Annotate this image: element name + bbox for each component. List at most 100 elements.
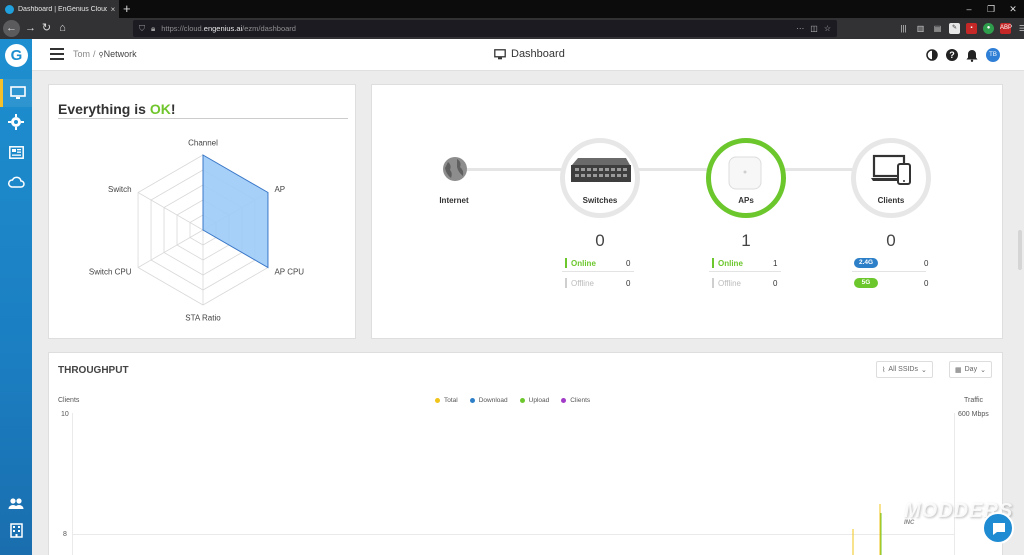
window-controls: – ❐ ✕	[958, 0, 1024, 18]
close-window-button[interactable]: ✕	[1002, 0, 1024, 18]
url-bar[interactable]: ⛉ 🔒︎ https://cloud.engenius.ai/ezm/dashb…	[133, 20, 837, 37]
radar-axis-label: AP CPU	[274, 267, 304, 276]
online-value: 0	[626, 258, 631, 268]
browser-tab-strip: Dashboard | EnGenius Cloud × + – ❐ ✕	[0, 0, 1024, 18]
browser-tab-dashboard[interactable]: Dashboard | EnGenius Cloud ×	[0, 0, 119, 18]
reload-icon[interactable]: ↻	[38, 20, 55, 37]
radar-axis-line	[137, 192, 204, 231]
left-axis-label: Clients	[58, 397, 80, 404]
menu-icon[interactable]: ☰	[1017, 23, 1024, 34]
bell-icon[interactable]	[966, 49, 978, 62]
tab-close-icon[interactable]: ×	[107, 5, 119, 14]
legend-item-total[interactable]: Total	[435, 397, 458, 404]
monitor-icon	[9, 86, 26, 99]
calendar-icon: ▦	[955, 366, 962, 374]
contrast-icon[interactable]	[926, 49, 938, 61]
avatar[interactable]: TB	[986, 48, 1000, 62]
page-scrollbar[interactable]	[1018, 230, 1022, 270]
page-title: Dashboard	[494, 48, 565, 60]
url-actions: ··· ◫ ☆	[796, 20, 831, 37]
chat-button[interactable]	[982, 512, 1014, 544]
sidebar-item-settings[interactable]	[0, 108, 32, 136]
new-tab-button[interactable]: +	[123, 1, 131, 17]
globe-icon	[443, 157, 467, 181]
health-radar-chart: Channel AP AP CPU STA Ratio Switch CPU Switch	[89, 139, 304, 323]
offline-value: 0	[773, 278, 778, 288]
radar-value-area	[202, 154, 269, 269]
legend-item-upload[interactable]: Upload	[519, 397, 549, 404]
reader-icon[interactable]: ▤	[932, 23, 943, 34]
maximize-button[interactable]: ❐	[980, 0, 1002, 18]
lock-icon[interactable]: 🔒︎	[151, 24, 155, 34]
right-tick-600: 600 Mbps	[958, 411, 989, 418]
access-point-icon	[728, 156, 762, 190]
sidebar-item-reports[interactable]	[0, 138, 32, 166]
devices-icon	[871, 154, 911, 185]
radar-axis-label: AP	[274, 185, 285, 194]
hamburger-menu-icon[interactable]	[50, 48, 64, 60]
online-indicator	[712, 258, 714, 268]
sidebar-item-dashboard[interactable]	[0, 79, 32, 107]
divider	[709, 271, 781, 272]
divider	[562, 271, 634, 272]
traffic-spike	[852, 504, 882, 555]
shield-icon[interactable]: ⛉	[139, 24, 145, 34]
app-header: Tom / ⚲Network Dashboard ? TB	[32, 39, 1024, 71]
back-arrow-icon[interactable]: ←	[3, 20, 20, 37]
home-icon[interactable]: ⌂	[54, 20, 71, 37]
chat-icon	[993, 523, 1005, 535]
radar-axis-label: Channel	[188, 139, 218, 148]
legend-item-download[interactable]: Download	[469, 397, 508, 404]
health-status-card: Everything is OK! Channel AP AP CPU STA Rat…	[48, 84, 356, 339]
sidebar-item-cloud[interactable]	[0, 168, 32, 196]
band-24g-badge: 2.4G	[854, 258, 878, 268]
app-sidebar: G	[0, 39, 32, 555]
report-icon	[8, 145, 24, 159]
minimize-button[interactable]: –	[958, 0, 980, 18]
status-title: Everything is OK!	[58, 101, 176, 117]
bookmark-star-icon[interactable]: ☆	[824, 24, 831, 33]
forward-arrow-icon[interactable]: →	[22, 20, 39, 37]
sidebar-toggle-icon[interactable]: ▥	[915, 23, 926, 34]
url-text[interactable]: https://cloud.engenius.ai/ezm/dashboard	[161, 24, 296, 33]
switches-offline-row: Offline 0	[565, 276, 630, 290]
aps-label: APs	[738, 196, 754, 205]
time-range-dropdown[interactable]: ▦ Day ⌄	[949, 361, 992, 378]
band-5g-value: 0	[924, 278, 929, 288]
clients-label: Clients	[877, 196, 905, 205]
page-actions-menu-icon[interactable]: ···	[796, 24, 804, 33]
sidebar-item-organization[interactable]	[0, 516, 32, 544]
extension-icon[interactable]: ✎	[949, 23, 960, 34]
engenius-logo[interactable]: G	[5, 44, 28, 67]
pocket-icon[interactable]: ◫	[810, 24, 818, 33]
online-label: Online	[571, 258, 596, 268]
offline-label: Offline	[571, 278, 594, 288]
offline-value: 0	[626, 278, 631, 288]
ssid-dropdown[interactable]: ⌇ All SSIDs ⌄	[876, 361, 933, 378]
extension-icon[interactable]: ▪	[966, 23, 977, 34]
breadcrumb-network[interactable]: ⚲Network	[99, 49, 137, 59]
extension-icon[interactable]: ●	[983, 23, 994, 34]
browser-navigation-bar: ← → ↻ ⌂ ⛉ 🔒︎ https://cloud.engenius.ai/e…	[0, 18, 1024, 39]
gridline	[72, 534, 954, 535]
browser-toolbar-right: ||| ▥ ▤ ✎ ▪ ● ABP ☰	[898, 21, 1024, 36]
breadcrumb-separator: /	[93, 49, 96, 59]
clients-5g-row: 5G 0	[854, 276, 928, 290]
divider	[852, 271, 926, 272]
sidebar-item-users[interactable]	[0, 489, 32, 517]
adblock-plus-icon[interactable]: ABP	[1000, 23, 1012, 34]
legend-item-clients[interactable]: Clients	[561, 397, 590, 404]
throughput-title: THROUGHPUT	[58, 365, 129, 376]
building-icon	[9, 522, 23, 538]
engenius-favicon-icon	[5, 4, 14, 14]
library-icon[interactable]: |||	[898, 23, 909, 34]
divider	[58, 118, 348, 119]
chart-legend: Total Download Upload Clients	[435, 397, 590, 404]
help-icon[interactable]: ?	[946, 49, 958, 61]
band-24g-value: 0	[924, 258, 929, 268]
radar-axis-label: STA Ratio	[185, 314, 221, 323]
topology-connector-line	[454, 168, 900, 171]
online-value: 1	[773, 258, 778, 268]
breadcrumb-user[interactable]: Tom	[73, 49, 90, 59]
clients-count: 0	[886, 231, 896, 250]
